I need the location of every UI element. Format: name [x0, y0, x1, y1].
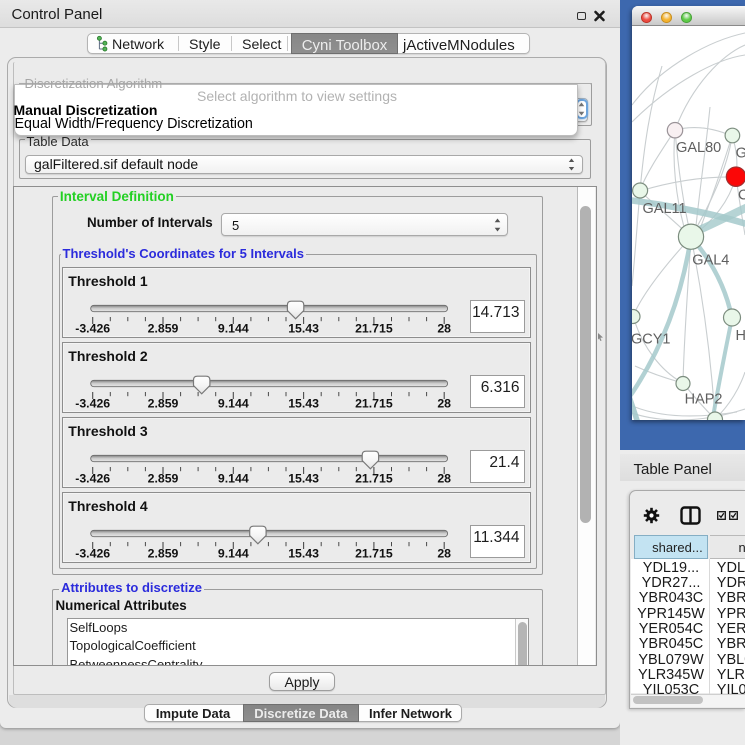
svg-text:2.859: 2.859 — [148, 472, 179, 486]
svg-text:HS: HS — [736, 328, 745, 344]
svg-text:28: 28 — [438, 472, 452, 486]
svg-text:-3.426: -3.426 — [76, 546, 111, 560]
svg-text:15.43: 15.43 — [289, 472, 320, 486]
svg-text:15.43: 15.43 — [289, 397, 320, 411]
svg-text:28: 28 — [438, 397, 452, 411]
svg-text:9.144: 9.144 — [218, 321, 249, 335]
svg-text:-3.426: -3.426 — [76, 472, 111, 486]
svg-text:GAL11: GAL11 — [643, 201, 687, 217]
svg-text:-3.426: -3.426 — [76, 397, 111, 411]
svg-text:GA: GA — [736, 145, 745, 161]
svg-text:GAL80: GAL80 — [676, 140, 721, 156]
svg-text:9.144: 9.144 — [218, 546, 249, 560]
svg-text:2.859: 2.859 — [148, 321, 179, 335]
svg-text:21.715: 21.715 — [355, 321, 393, 335]
svg-text:2.859: 2.859 — [148, 546, 179, 560]
svg-text:28: 28 — [438, 321, 452, 335]
svg-text:15.43: 15.43 — [289, 546, 320, 560]
svg-text:2.859: 2.859 — [148, 397, 179, 411]
svg-text:-3.426: -3.426 — [76, 321, 111, 335]
svg-text:15.43: 15.43 — [289, 321, 320, 335]
svg-text:21.715: 21.715 — [355, 472, 393, 486]
svg-text:HAP2: HAP2 — [685, 391, 723, 407]
svg-text:9.144: 9.144 — [218, 472, 249, 486]
svg-text:CY: CY — [738, 187, 745, 203]
svg-text:28: 28 — [438, 546, 452, 560]
svg-text:21.715: 21.715 — [355, 397, 393, 411]
svg-text:GCY1: GCY1 — [632, 331, 671, 347]
svg-text:GAL4: GAL4 — [692, 252, 729, 268]
svg-text:21.715: 21.715 — [355, 546, 393, 560]
svg-text:9.144: 9.144 — [218, 397, 249, 411]
